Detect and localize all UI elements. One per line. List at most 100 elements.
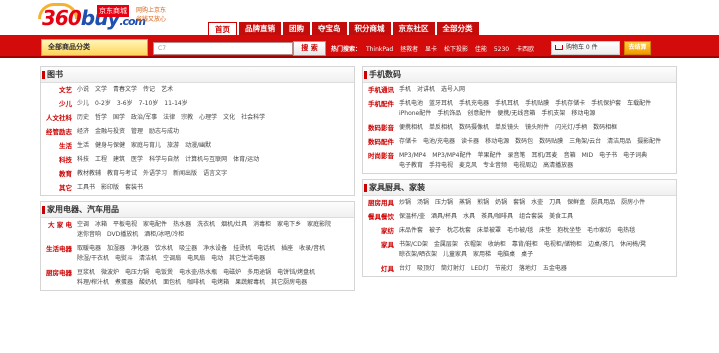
hot-term[interactable]: 佳能 <box>475 46 487 53</box>
site-logo[interactable]: 360buy.com 京东商城 <box>32 3 146 31</box>
subcategory-link[interactable]: 电子教育 <box>399 161 423 171</box>
subcategory-link[interactable]: 计算机与互联网 <box>185 155 227 165</box>
subcategory-link[interactable]: 手持电视 <box>429 161 453 171</box>
subcategory-link[interactable]: 床单被罩 <box>477 226 501 236</box>
category-label[interactable]: 人文社科 <box>41 113 77 123</box>
subcategory-link[interactable]: 水壶 <box>531 198 543 208</box>
subcategory-link[interactable]: 国学 <box>113 113 125 123</box>
category-label[interactable]: 少儿 <box>41 99 77 109</box>
subcategory-link[interactable]: 清洁机 <box>139 254 157 264</box>
subcategory-link[interactable]: 闪光灯/手柄 <box>555 123 587 133</box>
subcategory-link[interactable]: 电动 <box>211 254 223 264</box>
subcategory-link[interactable]: 晾衣架/晒衣架 <box>399 250 437 260</box>
subcategory-link[interactable]: 电子词典 <box>623 151 647 161</box>
category-label[interactable]: 厨房电器 <box>41 268 77 288</box>
category-label[interactable]: 时尚影音 <box>363 151 399 171</box>
subcategory-link[interactable]: 宗教 <box>181 113 193 123</box>
subcategory-link[interactable]: 其它生活电器 <box>229 254 265 264</box>
subcategory-link[interactable]: 手机饰品 <box>437 109 461 119</box>
subcategory-link[interactable]: 电视柜/储物柜 <box>544 240 582 250</box>
subcategory-link[interactable]: 文学 <box>95 85 107 95</box>
subcategory-link[interactable]: 录音笔 <box>508 151 526 161</box>
subcategory-link[interactable]: 靠背/鞋柜 <box>512 240 538 250</box>
subcategory-link[interactable]: MP3/MP4 <box>399 151 426 161</box>
subcategory-link[interactable]: 数码摄像机 <box>459 123 489 133</box>
subcategory-link[interactable]: 冰箱 <box>95 220 107 230</box>
subcategory-link[interactable]: 煮蛋器 <box>115 278 133 288</box>
hot-term[interactable]: 显卡 <box>425 46 437 53</box>
subcategory-link[interactable]: MP3/MP4配件 <box>432 151 471 161</box>
subcategory-link[interactable]: 电饼铛/烤盘机 <box>277 268 315 278</box>
subcategory-link[interactable]: iPhone配件 <box>399 109 431 119</box>
category-label[interactable]: 数码影音 <box>363 123 399 133</box>
subcategory-link[interactable]: 手机 <box>399 85 411 95</box>
nav-community[interactable]: 京东社区 <box>392 22 435 35</box>
subcategory-link[interactable]: 豆浆机 <box>77 268 95 278</box>
subcategory-link[interactable]: 饮水机 <box>155 244 173 254</box>
subcategory-link[interactable]: 音箱 <box>564 151 576 161</box>
subcategory-link[interactable]: 外语学习 <box>143 169 167 179</box>
category-label[interactable]: 厨房用具 <box>363 198 399 208</box>
subcategory-link[interactable]: 酒柜/冰吧/冷柜 <box>144 230 184 240</box>
nav-all-categories[interactable]: 全部分类 <box>436 22 479 35</box>
subcategory-link[interactable]: 单反镜头 <box>495 123 519 133</box>
subcategory-link[interactable]: 吸顶灯 <box>417 264 435 274</box>
subcategory-link[interactable]: 专业音频 <box>483 161 507 171</box>
nav-home[interactable]: 首页 <box>208 22 237 35</box>
subcategory-link[interactable]: 被子 <box>429 226 441 236</box>
subcategory-link[interactable]: 保鲜盒 <box>567 198 585 208</box>
hot-term[interactable]: 拯救者 <box>400 46 418 53</box>
subcategory-link[interactable]: 水具 <box>463 212 475 222</box>
subcategory-link[interactable]: 净水设备 <box>203 244 227 254</box>
subcategory-link[interactable]: 家庭与育儿 <box>131 141 161 151</box>
subcategory-link[interactable]: 手机存储卡 <box>555 99 585 109</box>
subcategory-link[interactable]: 枕芯枕套 <box>447 226 471 236</box>
subcategory-link[interactable]: 手机贴膜 <box>525 99 549 109</box>
subcategory-link[interactable]: 文化 <box>223 113 235 123</box>
subcategory-link[interactable]: 煎锅 <box>477 198 489 208</box>
subcategory-link[interactable]: 电熨斗 <box>115 254 133 264</box>
subcategory-link[interactable]: 筒灯射灯 <box>441 264 465 274</box>
subcategory-link[interactable]: 压力锅 <box>435 198 453 208</box>
subcategory-link[interactable]: 料理/榨汁机 <box>77 278 109 288</box>
subcategory-link[interactable]: 传记 <box>143 85 155 95</box>
subcategory-link[interactable]: 数码贴膜 <box>539 137 563 147</box>
hot-term[interactable]: ThinkPad <box>366 46 393 53</box>
subcategory-link[interactable]: 净化器 <box>131 244 149 254</box>
subcategory-link[interactable]: DVD播放机 <box>107 230 138 240</box>
subcategory-link[interactable]: 家用梯 <box>473 250 491 260</box>
hot-term[interactable]: 5230 <box>494 46 509 53</box>
search-button[interactable]: 搜 索 <box>293 41 326 56</box>
subcategory-link[interactable]: 工具书 <box>77 183 95 193</box>
subcategory-link[interactable]: 青春文学 <box>113 85 137 95</box>
subcategory-link[interactable]: 插座 <box>281 244 293 254</box>
subcategory-link[interactable]: 毛巾被/毯 <box>507 226 533 236</box>
subcategory-link[interactable]: 历史 <box>77 113 89 123</box>
subcategory-link[interactable]: 法律 <box>163 113 175 123</box>
subcategory-link[interactable]: 励志与成功 <box>149 127 179 137</box>
subcategory-link[interactable]: 家电下乡 <box>277 220 301 230</box>
subcategory-link[interactable]: 边桌/茶几 <box>588 240 614 250</box>
subcategory-link[interactable]: 数码相框 <box>593 123 617 133</box>
subcategory-link[interactable]: 咖啡机 <box>187 278 205 288</box>
subcategory-link[interactable]: 收录/音机 <box>299 244 325 254</box>
subcategory-link[interactable]: 苹果配件 <box>478 151 502 161</box>
subcategory-link[interactable]: 床垫 <box>539 226 551 236</box>
subcategory-link[interactable]: 厨具用品 <box>591 198 615 208</box>
subcategory-link[interactable]: 单反相机 <box>429 123 453 133</box>
subcategory-link[interactable]: 少儿 <box>77 99 89 109</box>
subcategory-link[interactable]: 手机保护套 <box>591 99 621 109</box>
subcategory-link[interactable]: 厨房小件 <box>621 198 645 208</box>
subcategory-link[interactable]: 收纳柜 <box>488 240 506 250</box>
subcategory-link[interactable]: 挂烫机 <box>233 244 251 254</box>
subcategory-link[interactable]: 美食工具 <box>549 212 573 222</box>
subcategory-link[interactable]: 新闻出版 <box>173 169 197 179</box>
subcategory-link[interactable]: 保温杯/壶 <box>399 212 425 222</box>
subcategory-link[interactable]: 政治/军事 <box>131 113 157 123</box>
subcategory-link[interactable]: 小说 <box>77 85 89 95</box>
subcategory-link[interactable]: 管理 <box>131 127 143 137</box>
subcategory-link[interactable]: 三角架/云台 <box>569 137 601 147</box>
subcategory-link[interactable]: 教材教辅 <box>77 169 101 179</box>
category-label[interactable]: 科技 <box>41 155 77 165</box>
category-label[interactable]: 餐具餐饮 <box>363 212 399 222</box>
